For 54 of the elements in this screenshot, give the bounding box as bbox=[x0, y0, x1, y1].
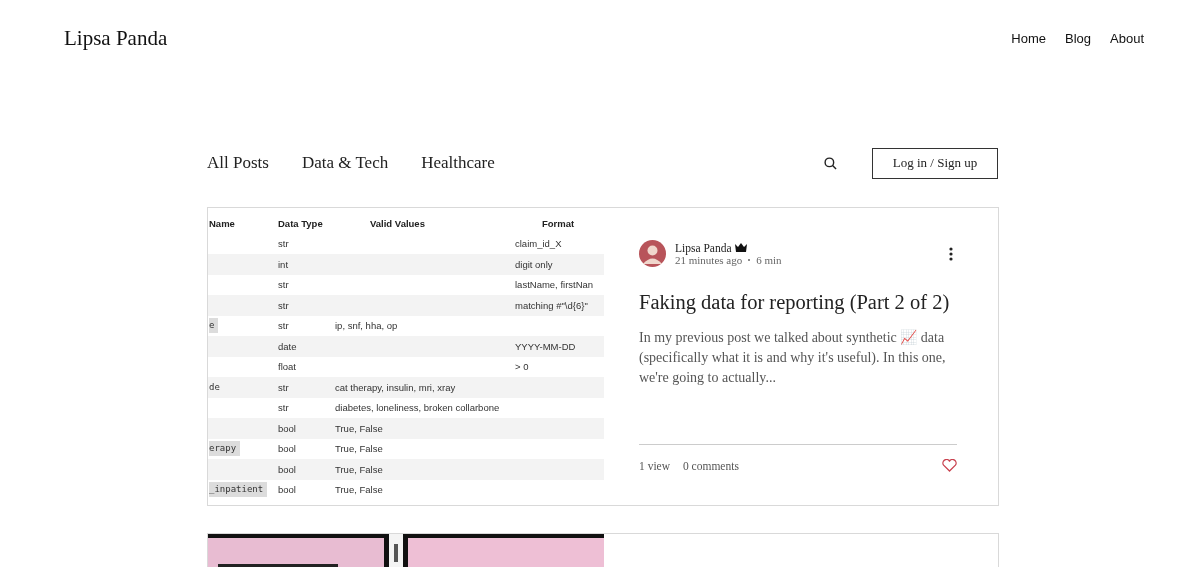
table-cell: str bbox=[278, 402, 289, 414]
table-cell: > 0 bbox=[515, 361, 529, 373]
table-cell: matching #"\d{6}" bbox=[515, 299, 588, 311]
nav-link[interactable]: Blog bbox=[1065, 30, 1091, 46]
table-cell: _inpatient bbox=[209, 482, 268, 498]
table-cell: cat therapy, insulin, mri, xray bbox=[335, 381, 456, 393]
table-cell: str bbox=[278, 238, 289, 250]
crown-icon bbox=[734, 243, 747, 252]
table-cell-text: de bbox=[209, 380, 221, 394]
nav-link[interactable]: Home bbox=[1011, 30, 1046, 46]
like-heart-icon[interactable] bbox=[942, 459, 957, 472]
category-tab[interactable]: All Posts bbox=[207, 153, 269, 173]
view-count: 1 view bbox=[639, 459, 670, 472]
table-cell: bool bbox=[278, 463, 296, 475]
table-cell: int bbox=[278, 258, 289, 270]
post-card[interactable] bbox=[207, 533, 999, 567]
avatar[interactable] bbox=[639, 240, 666, 267]
comment-count[interactable]: 0 comments bbox=[683, 459, 739, 472]
table-cell: str bbox=[278, 279, 289, 291]
read-time: 6 min bbox=[756, 253, 782, 266]
column-header: Valid Values bbox=[369, 217, 426, 229]
category-tab[interactable]: Data & Tech bbox=[301, 153, 389, 173]
column-header: Data Type bbox=[278, 217, 324, 229]
table-cell: True, False bbox=[335, 484, 383, 496]
table-cell: float bbox=[278, 361, 296, 373]
table-cell: claim_id_X bbox=[515, 238, 562, 250]
table-cell: erapy bbox=[209, 441, 241, 457]
table-cell: True, False bbox=[335, 443, 383, 455]
site-title[interactable]: Lipsa Panda bbox=[64, 25, 168, 51]
column-header: Name bbox=[208, 217, 236, 229]
table-cell: bool bbox=[278, 484, 296, 496]
table-cell: str bbox=[278, 320, 289, 332]
table-cell: digit only bbox=[515, 258, 553, 270]
login-button[interactable]: Log in / Sign up bbox=[872, 147, 998, 179]
table-cell: str bbox=[278, 299, 289, 311]
table-cell: date bbox=[278, 340, 297, 352]
author-name[interactable]: Lipsa Panda bbox=[675, 241, 732, 254]
table-cell: bool bbox=[278, 422, 296, 434]
column-header: Format bbox=[541, 217, 576, 229]
post-excerpt: In my previous post we talked about synthetic 📈 data (specifically what it is and why it's useful). In this one, we're going to actually... bbox=[639, 329, 947, 387]
table-cell: True, False bbox=[335, 463, 383, 475]
table-cell: ip, snf, hha, op bbox=[335, 320, 398, 332]
nav-link[interactable]: About bbox=[1110, 30, 1144, 46]
table-cell: diabetes, loneliness, broken collarbone bbox=[335, 402, 500, 414]
table-cell: YYYY-MM-DD bbox=[515, 340, 576, 352]
table-cell: lastName, firstNan bbox=[515, 279, 594, 291]
post-title[interactable]: Faking data for reporting (Part 2 of 2) bbox=[639, 291, 957, 314]
more-options-icon[interactable] bbox=[949, 246, 953, 261]
table-cell: e bbox=[209, 318, 219, 334]
table-cell: bool bbox=[278, 443, 296, 455]
table-cell: str bbox=[278, 381, 289, 393]
category-tab[interactable]: Healthcare bbox=[421, 153, 495, 173]
table-cell: True, False bbox=[335, 422, 383, 434]
search-icon[interactable] bbox=[824, 156, 837, 170]
